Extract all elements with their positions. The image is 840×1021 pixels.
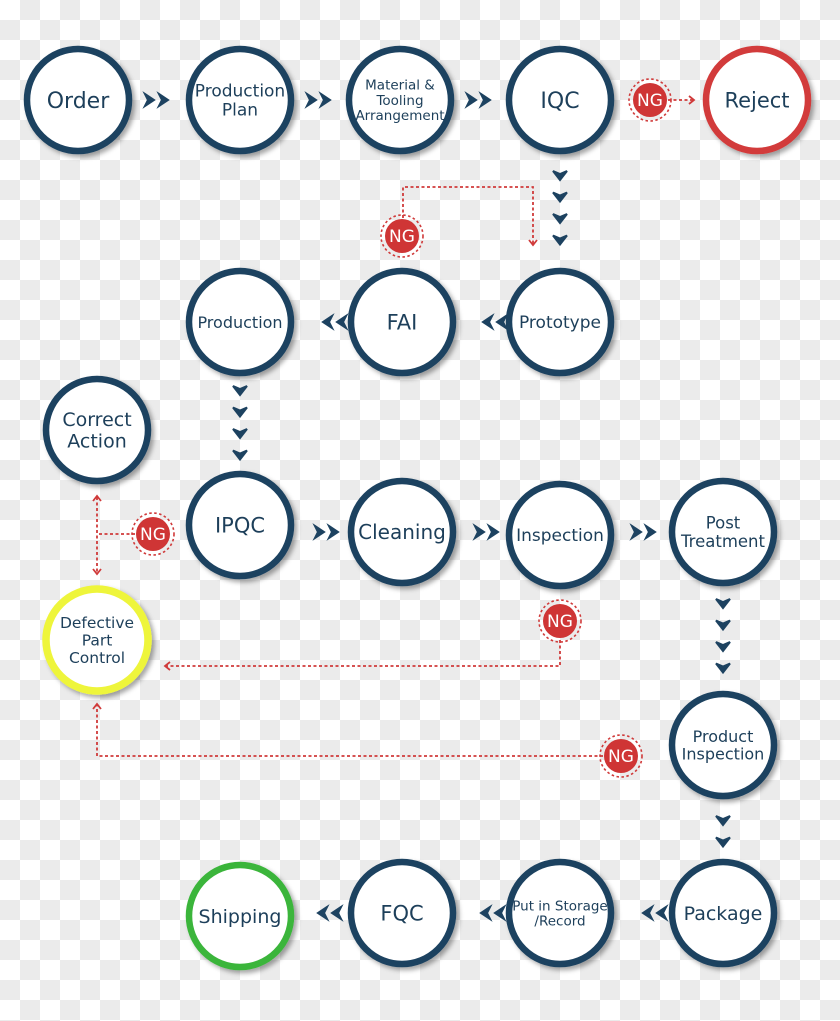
ng-label: NG: [608, 747, 634, 767]
node-defective-part-control: DefectivePartControl: [42, 585, 152, 695]
node-inspection: Inspection: [505, 480, 615, 590]
ng-connector-lines: [92, 95, 696, 757]
node-label: Plan: [222, 101, 258, 121]
node-label: Inspection: [516, 526, 604, 546]
node-label: Inspection: [682, 745, 765, 764]
node-label: Tooling: [375, 93, 423, 109]
chevron-left-icon: [479, 904, 493, 922]
chevron-right-icon: [643, 523, 657, 541]
chevron-down-icon: [715, 619, 731, 632]
chevron-down-icon: [232, 428, 248, 440]
chevron-left-icon: [493, 904, 507, 922]
node-label: Treatment: [680, 532, 765, 551]
chevron-right-icon: [318, 91, 332, 109]
node-fqc: FQC: [347, 858, 457, 968]
chevron-down-icon: [552, 234, 568, 247]
chevron-down-icon: [232, 385, 248, 397]
chevron-right-icon: [472, 523, 486, 541]
node-label: Production: [197, 313, 282, 332]
node-label: Material &: [365, 78, 435, 94]
chevron-right-icon: [304, 91, 318, 109]
ng-label: NG: [389, 227, 415, 247]
node-label: FQC: [380, 902, 423, 926]
node-label: Prototype: [519, 313, 601, 333]
node-label: FAI: [387, 311, 418, 335]
node-label: Post: [706, 514, 741, 533]
chevron-down-icon: [552, 191, 568, 204]
node-label: Action: [67, 430, 127, 452]
chevron-down-icon: [232, 406, 248, 419]
ng-badge: NG: [131, 512, 175, 556]
ng-label: NG: [547, 612, 573, 632]
chevron-left-icon: [481, 313, 495, 331]
node-ipqc: IPQC: [185, 470, 295, 580]
node-label: Order: [47, 89, 110, 114]
node-correct-action: CorrectAction: [42, 375, 152, 485]
chevron-right-icon: [326, 523, 340, 541]
ng-label: NG: [637, 91, 663, 111]
node-label: Control: [69, 649, 125, 667]
process-flow-diagram: Order ProductionPlanMaterial &ToolingArra…: [23, 45, 812, 971]
chevron-right-icon: [142, 91, 156, 109]
ng-badges: NG NG NG NG NG: [131, 78, 672, 778]
node-label: Production: [195, 82, 285, 102]
chevron-left-icon: [655, 904, 669, 922]
chevron-left-icon: [641, 904, 655, 922]
node-package: Package: [668, 858, 778, 968]
chevron-down-icon: [715, 598, 731, 610]
chevron-right-icon: [156, 91, 170, 109]
ng-line-inspection-defective: [166, 640, 561, 667]
node-fai: FAI: [347, 267, 457, 377]
chevron-down-icon: [715, 836, 731, 849]
node-production-plan: ProductionPlan: [185, 45, 295, 155]
node-label: Defective: [60, 614, 134, 632]
node-label: /Record: [534, 913, 585, 929]
chevron-left-icon: [335, 313, 349, 331]
chevron-left-icon: [495, 313, 509, 331]
chevron-right-icon: [629, 523, 643, 541]
node-material-tooling: Material &ToolingArrangement: [345, 45, 455, 155]
node-order: Order: [23, 45, 133, 155]
chevron-right-icon: [486, 523, 500, 541]
chevron-down-icon: [552, 170, 568, 182]
node-label: IPQC: [215, 514, 265, 538]
node-label: Product: [693, 727, 754, 746]
ng-badge: NG: [599, 734, 643, 778]
chevron-down-icon: [232, 449, 248, 462]
node-label: Package: [684, 903, 763, 925]
node-cleaning: Cleaning: [347, 477, 457, 587]
node-label: Shipping: [199, 906, 282, 928]
node-iqc: IQC: [505, 45, 615, 155]
chevron-left-icon: [330, 904, 344, 922]
node-label: Correct: [62, 409, 131, 431]
node-label: Reject: [724, 89, 789, 113]
chevron-right-icon: [478, 91, 492, 109]
chevron-down-icon: [715, 662, 731, 675]
node-production: Production: [185, 267, 295, 377]
chevron-right-icon: [312, 523, 326, 541]
node-shipping: Shipping: [185, 861, 295, 971]
ng-badge: NG: [538, 599, 582, 643]
chevron-left-icon: [316, 904, 330, 922]
node-reject: Reject: [702, 45, 812, 155]
node-post-treatment: PostTreatment: [668, 477, 778, 587]
node-label: Put in Storage: [512, 898, 607, 914]
node-label: Cleaning: [358, 520, 446, 544]
node-product-inspection: ProductInspection: [668, 690, 778, 800]
chevron-right-icon: [464, 91, 478, 109]
ng-line-product-inspection-defective: [96, 705, 603, 757]
ng-badge: NG: [380, 214, 424, 258]
node-label: IQC: [540, 89, 579, 114]
chevron-down-icon: [715, 641, 731, 653]
chevron-down-icon: [552, 213, 568, 225]
chevron-down-icon: [715, 815, 731, 827]
node-prototype: Prototype: [505, 267, 615, 377]
node-label: Arrangement: [355, 108, 444, 124]
node-label: Part: [82, 632, 113, 650]
ng-badge: NG: [628, 78, 672, 122]
node-put-in-storage: Put in Storage/Record: [505, 858, 615, 968]
ng-label: NG: [140, 525, 166, 545]
chevron-left-icon: [321, 313, 335, 331]
